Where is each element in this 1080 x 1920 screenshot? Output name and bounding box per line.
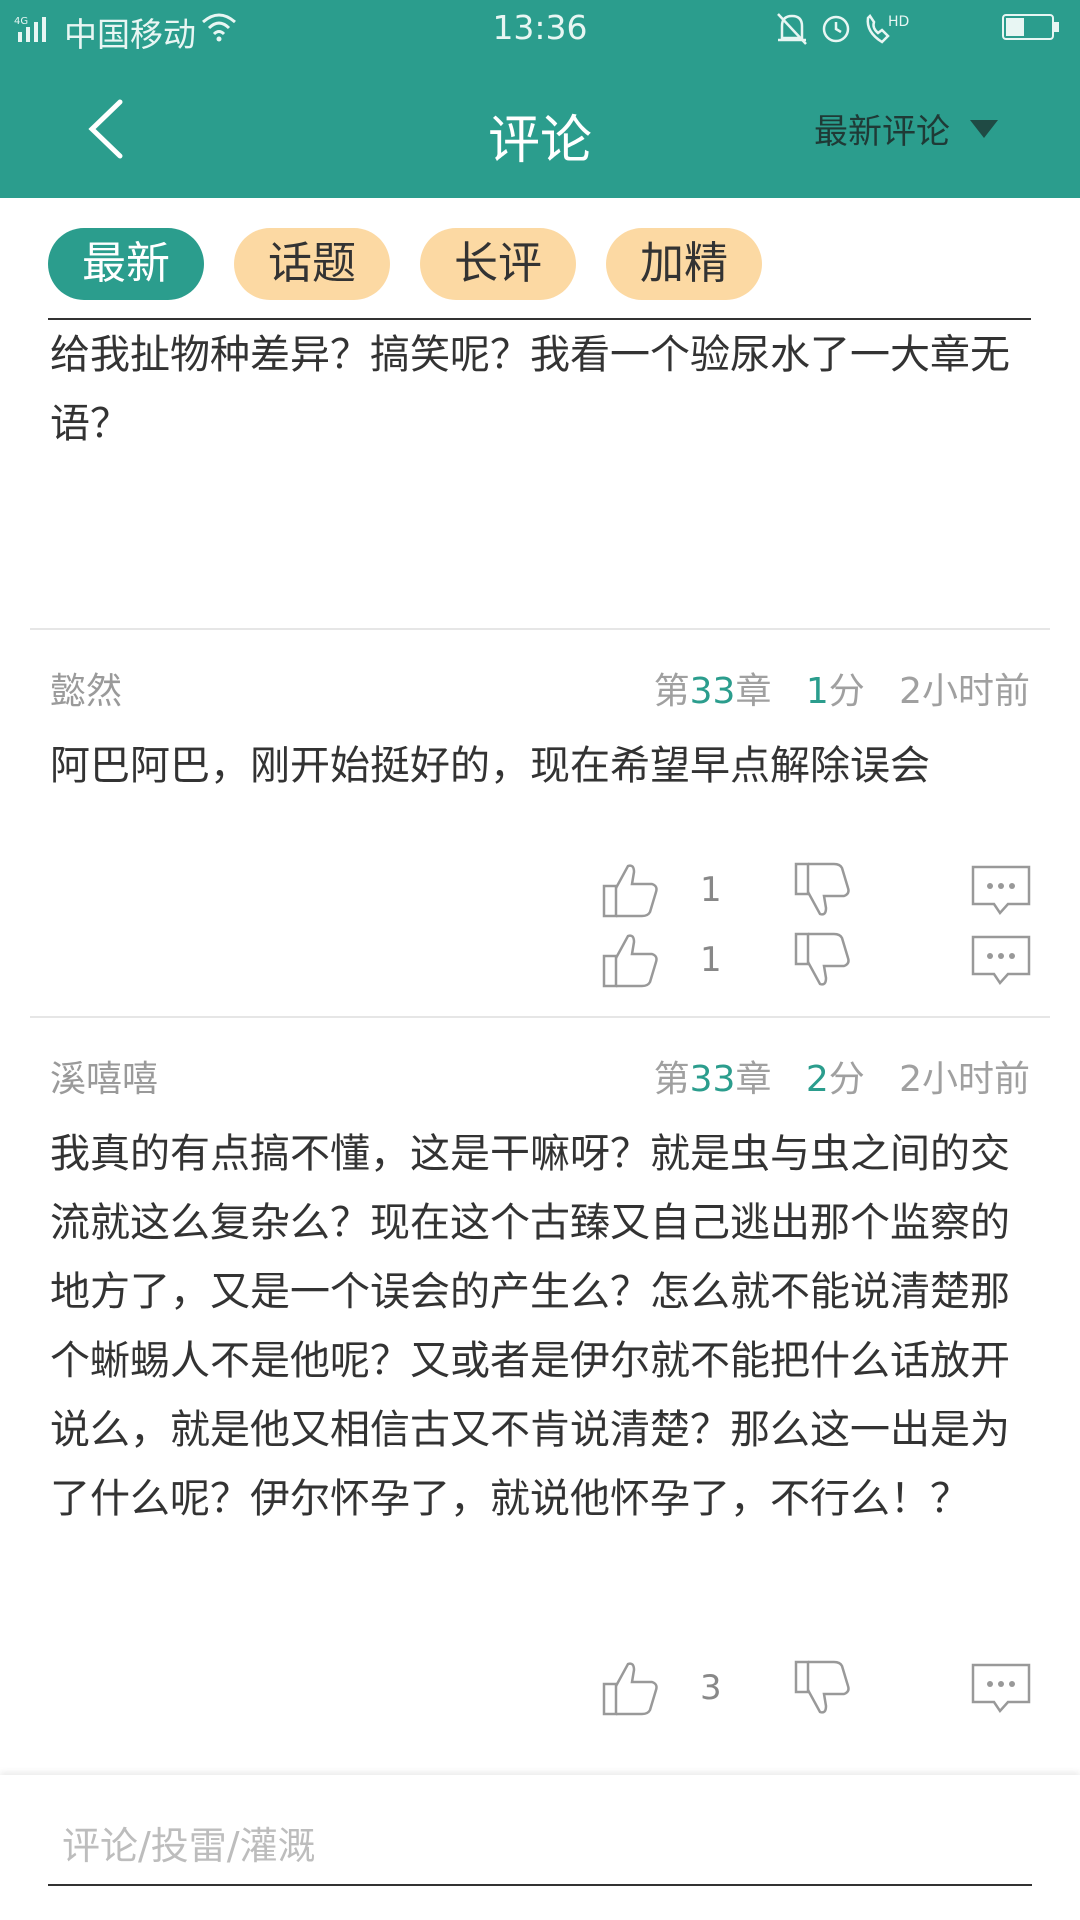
comment-username[interactable]: 懿然 bbox=[50, 662, 122, 714]
chapter-prefix: 第 bbox=[653, 1059, 690, 1100]
tab-latest[interactable]: 最新 bbox=[48, 228, 204, 300]
hd-label: HD bbox=[888, 14, 909, 30]
tab-featured[interactable]: 加精 bbox=[606, 228, 762, 300]
score-suffix: 分 bbox=[828, 1059, 865, 1100]
comment-body: 阿巴阿巴，刚开始挺好的，现在希望早点解除误会 bbox=[50, 743, 930, 789]
battery-icon bbox=[1002, 14, 1059, 40]
comment-body: 我真的有点搞不懂，这是干嘛呀？就是虫与虫之间的交流就这么复杂么？现在这个古臻又自… bbox=[50, 1131, 1010, 1522]
thumbs-down-icon[interactable] bbox=[792, 1658, 852, 1718]
comment-username[interactable]: 溪嘻嘻 bbox=[50, 1050, 158, 1102]
mute-bell-icon bbox=[777, 13, 807, 45]
chapter-number: 33 bbox=[689, 671, 736, 712]
input-underline bbox=[48, 1884, 1032, 1886]
comment-bubble-icon[interactable] bbox=[970, 1662, 1032, 1714]
status-icons: HD bbox=[777, 13, 909, 45]
score-number: 1 bbox=[805, 671, 829, 712]
filter-tabs: 最新 话题 长评 加精 bbox=[0, 198, 1080, 320]
comment-body: 子！雌虫都可以在他的监星态复到复说了，你还在这里给我扯物种差异？搞笑呢？我看一个… bbox=[50, 332, 1010, 447]
comment-time: 2小时前 bbox=[899, 1059, 1030, 1100]
thumbs-up-icon[interactable] bbox=[600, 930, 660, 990]
comment-list[interactable]: 子！雌虫都可以在他的监星态复到复说了，你还在这里给我扯物种差异？搞笑呢？我看一个… bbox=[0, 322, 1080, 1772]
comment-separator bbox=[30, 628, 1050, 630]
thumbs-up-icon[interactable] bbox=[600, 1658, 660, 1718]
comment-item: 溪嘻嘻 第33章 2分 2小时前 我真的有点搞不懂，这是干嘛呀？就是虫与虫之间的… bbox=[0, 1050, 1080, 1770]
thumbs-down-icon[interactable] bbox=[792, 930, 852, 990]
chapter-number: 33 bbox=[689, 1059, 736, 1100]
title-bar: 评论 最新评论 bbox=[0, 58, 1080, 198]
status-bar: 4G 中国移动 13:36 HD bbox=[0, 0, 1080, 58]
caret-down-icon[interactable] bbox=[966, 116, 1002, 142]
tab-topics[interactable]: 话题 bbox=[234, 228, 390, 300]
comment-separator bbox=[30, 1016, 1050, 1018]
comment-meta: 第33章 1分 2小时前 bbox=[654, 662, 1030, 714]
comment-actions: 1 bbox=[0, 930, 1080, 1000]
hd-call-icon: HD bbox=[866, 14, 909, 44]
chapter-suffix: 章 bbox=[735, 671, 772, 712]
sort-label: 最新评论 bbox=[814, 112, 950, 152]
score-suffix: 分 bbox=[828, 671, 865, 712]
comment-bubble-icon[interactable] bbox=[970, 934, 1032, 986]
alarm-icon bbox=[822, 15, 850, 43]
sort-dropdown[interactable]: 最新评论 bbox=[814, 104, 950, 153]
like-count: 1 bbox=[700, 940, 722, 980]
comment-actions: 3 bbox=[0, 1658, 1080, 1728]
comment-input[interactable]: 评论/投雷/灌溉 bbox=[62, 1815, 316, 1870]
tab-long-reviews[interactable]: 长评 bbox=[420, 228, 576, 300]
chapter-suffix: 章 bbox=[735, 1059, 772, 1100]
chapter-prefix: 第 bbox=[653, 671, 690, 712]
comment-time: 2小时前 bbox=[899, 671, 1030, 712]
tabs-divider bbox=[48, 318, 1031, 320]
comment-item: 懿然 第33章 1分 2小时前 阿巴阿巴，刚开始挺好的，现在希望早点解除误会 1 bbox=[0, 662, 1080, 1042]
score-number: 2 bbox=[805, 1059, 829, 1100]
comment-meta: 第33章 2分 2小时前 bbox=[654, 1050, 1030, 1102]
comment-input-bar: 评论/投雷/灌溉 bbox=[0, 1775, 1080, 1920]
like-count: 3 bbox=[700, 1668, 722, 1708]
